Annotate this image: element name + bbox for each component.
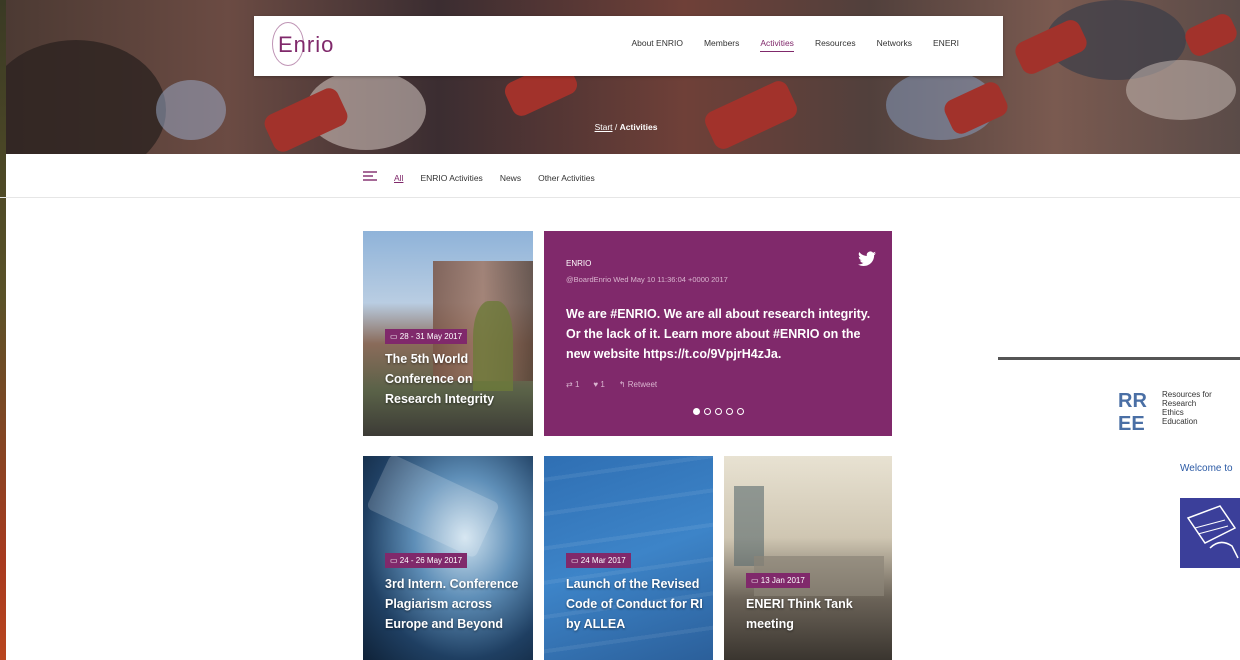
reply-arrow-icon: ↰ xyxy=(618,380,628,389)
card-date-badge: ▭ 24 - 26 May 2017 xyxy=(385,553,468,568)
twitter-icon[interactable] xyxy=(858,251,876,267)
breadcrumb: Start / Activities xyxy=(0,122,1240,132)
nav-item-networks[interactable]: Networks xyxy=(877,38,912,52)
rree-logo-text: Resources for Research Ethics Education xyxy=(1162,390,1212,426)
activity-card[interactable]: ▭ 13 Jan 2017 ENERI Think Tank meeting xyxy=(724,456,892,660)
nav-item-eneri[interactable]: ENERI xyxy=(933,38,959,52)
pagination-dot[interactable] xyxy=(704,408,711,415)
pagination-dot[interactable] xyxy=(693,408,700,415)
pagination-dot[interactable] xyxy=(726,408,733,415)
main-nav: About ENRIO Members Activities Resources… xyxy=(631,38,959,52)
breadcrumb-current: Activities xyxy=(619,122,658,132)
filter-tab-other-activities[interactable]: Other Activities xyxy=(538,173,595,183)
side-illustration xyxy=(1180,498,1240,568)
pagination-dot[interactable] xyxy=(715,408,722,415)
svg-text:EE: EE xyxy=(1118,413,1145,432)
card-door-shape xyxy=(734,486,764,566)
nav-item-members[interactable]: Members xyxy=(704,38,739,52)
card-keyboard-shape xyxy=(365,456,501,559)
card-date-badge: ▭ 28 - 31 May 2017 xyxy=(385,329,468,344)
tweet-retweet-button[interactable]: ↰ Retweet xyxy=(619,380,657,389)
tweet-actions: ⇄ 1 ♥ 1 ↰ Retweet xyxy=(566,380,657,389)
site-logo[interactable]: Enrio xyxy=(278,32,334,58)
activity-card[interactable]: ▭ 24 Mar 2017 Launch of the Revised Code… xyxy=(544,456,713,660)
svg-text:RR: RR xyxy=(1118,390,1147,412)
hand-writing-illustration-icon xyxy=(1186,505,1239,559)
card-date-badge: ▭ 24 Mar 2017 xyxy=(566,553,631,568)
tweet-author[interactable]: ENRIO xyxy=(566,259,591,268)
activity-card[interactable]: ▭ 28 - 31 May 2017 The 5th World Confere… xyxy=(363,231,533,436)
hero-shadow-shape xyxy=(6,40,166,154)
activity-card[interactable]: ▭ 24 - 26 May 2017 3rd Intern. Conferenc… xyxy=(363,456,533,660)
card-date-badge: ▭ 13 Jan 2017 xyxy=(746,573,810,588)
hero-seat-shape xyxy=(1182,10,1240,60)
filter-settings-icon[interactable] xyxy=(363,171,377,181)
calendar-icon: ▭ xyxy=(751,576,761,585)
breadcrumb-start-link[interactable]: Start xyxy=(595,122,613,132)
retweet-icon: ⇄ xyxy=(566,380,575,389)
calendar-icon: ▭ xyxy=(390,332,400,341)
card-title: ENERI Think Tank meeting xyxy=(746,597,853,631)
tweet-meta: @BoardEnrio Wed May 10 11:36:04 +0000 20… xyxy=(566,275,728,284)
card-title: 3rd Intern. Conference Plagiarism across… xyxy=(385,577,519,631)
filter-tab-news[interactable]: News xyxy=(500,173,521,183)
side-window-divider xyxy=(998,357,1240,360)
hero-seat-shape xyxy=(701,77,801,153)
nav-item-about[interactable]: About ENRIO xyxy=(631,38,683,52)
filter-tabs: All ENRIO Activities News Other Activiti… xyxy=(394,173,595,183)
card-title: The 5th World Conference on Research Int… xyxy=(385,352,495,406)
breadcrumb-separator: / xyxy=(614,122,618,132)
filter-tab-enrio-activities[interactable]: ENRIO Activities xyxy=(420,173,482,183)
rree-logo[interactable]: RR EE xyxy=(1118,388,1154,432)
pagination-dot[interactable] xyxy=(737,408,744,415)
card-title: Launch of the Revised Code of Conduct fo… xyxy=(566,577,703,631)
nav-item-activities[interactable]: Activities xyxy=(760,38,794,52)
tweet-text: We are #ENRIO. We are all about research… xyxy=(566,307,871,361)
twitter-card[interactable]: ENRIO @BoardEnrio Wed May 10 11:36:04 +0… xyxy=(544,231,892,436)
calendar-icon: ▭ xyxy=(390,556,400,565)
tweet-retweet-count[interactable]: ⇄ 1 xyxy=(566,380,579,389)
calendar-icon: ▭ xyxy=(571,556,581,565)
tweet-like-count[interactable]: ♥ 1 xyxy=(593,380,604,389)
nav-item-resources[interactable]: Resources xyxy=(815,38,856,52)
filter-bar xyxy=(0,155,1240,198)
tweet-pagination xyxy=(693,408,744,415)
hero-person-shape xyxy=(1126,60,1236,120)
filter-tab-all[interactable]: All xyxy=(394,173,403,183)
top-navigation-bar: Enrio About ENRIO Members Activities Res… xyxy=(254,16,1003,76)
welcome-heading: Welcome to xyxy=(1180,463,1233,474)
